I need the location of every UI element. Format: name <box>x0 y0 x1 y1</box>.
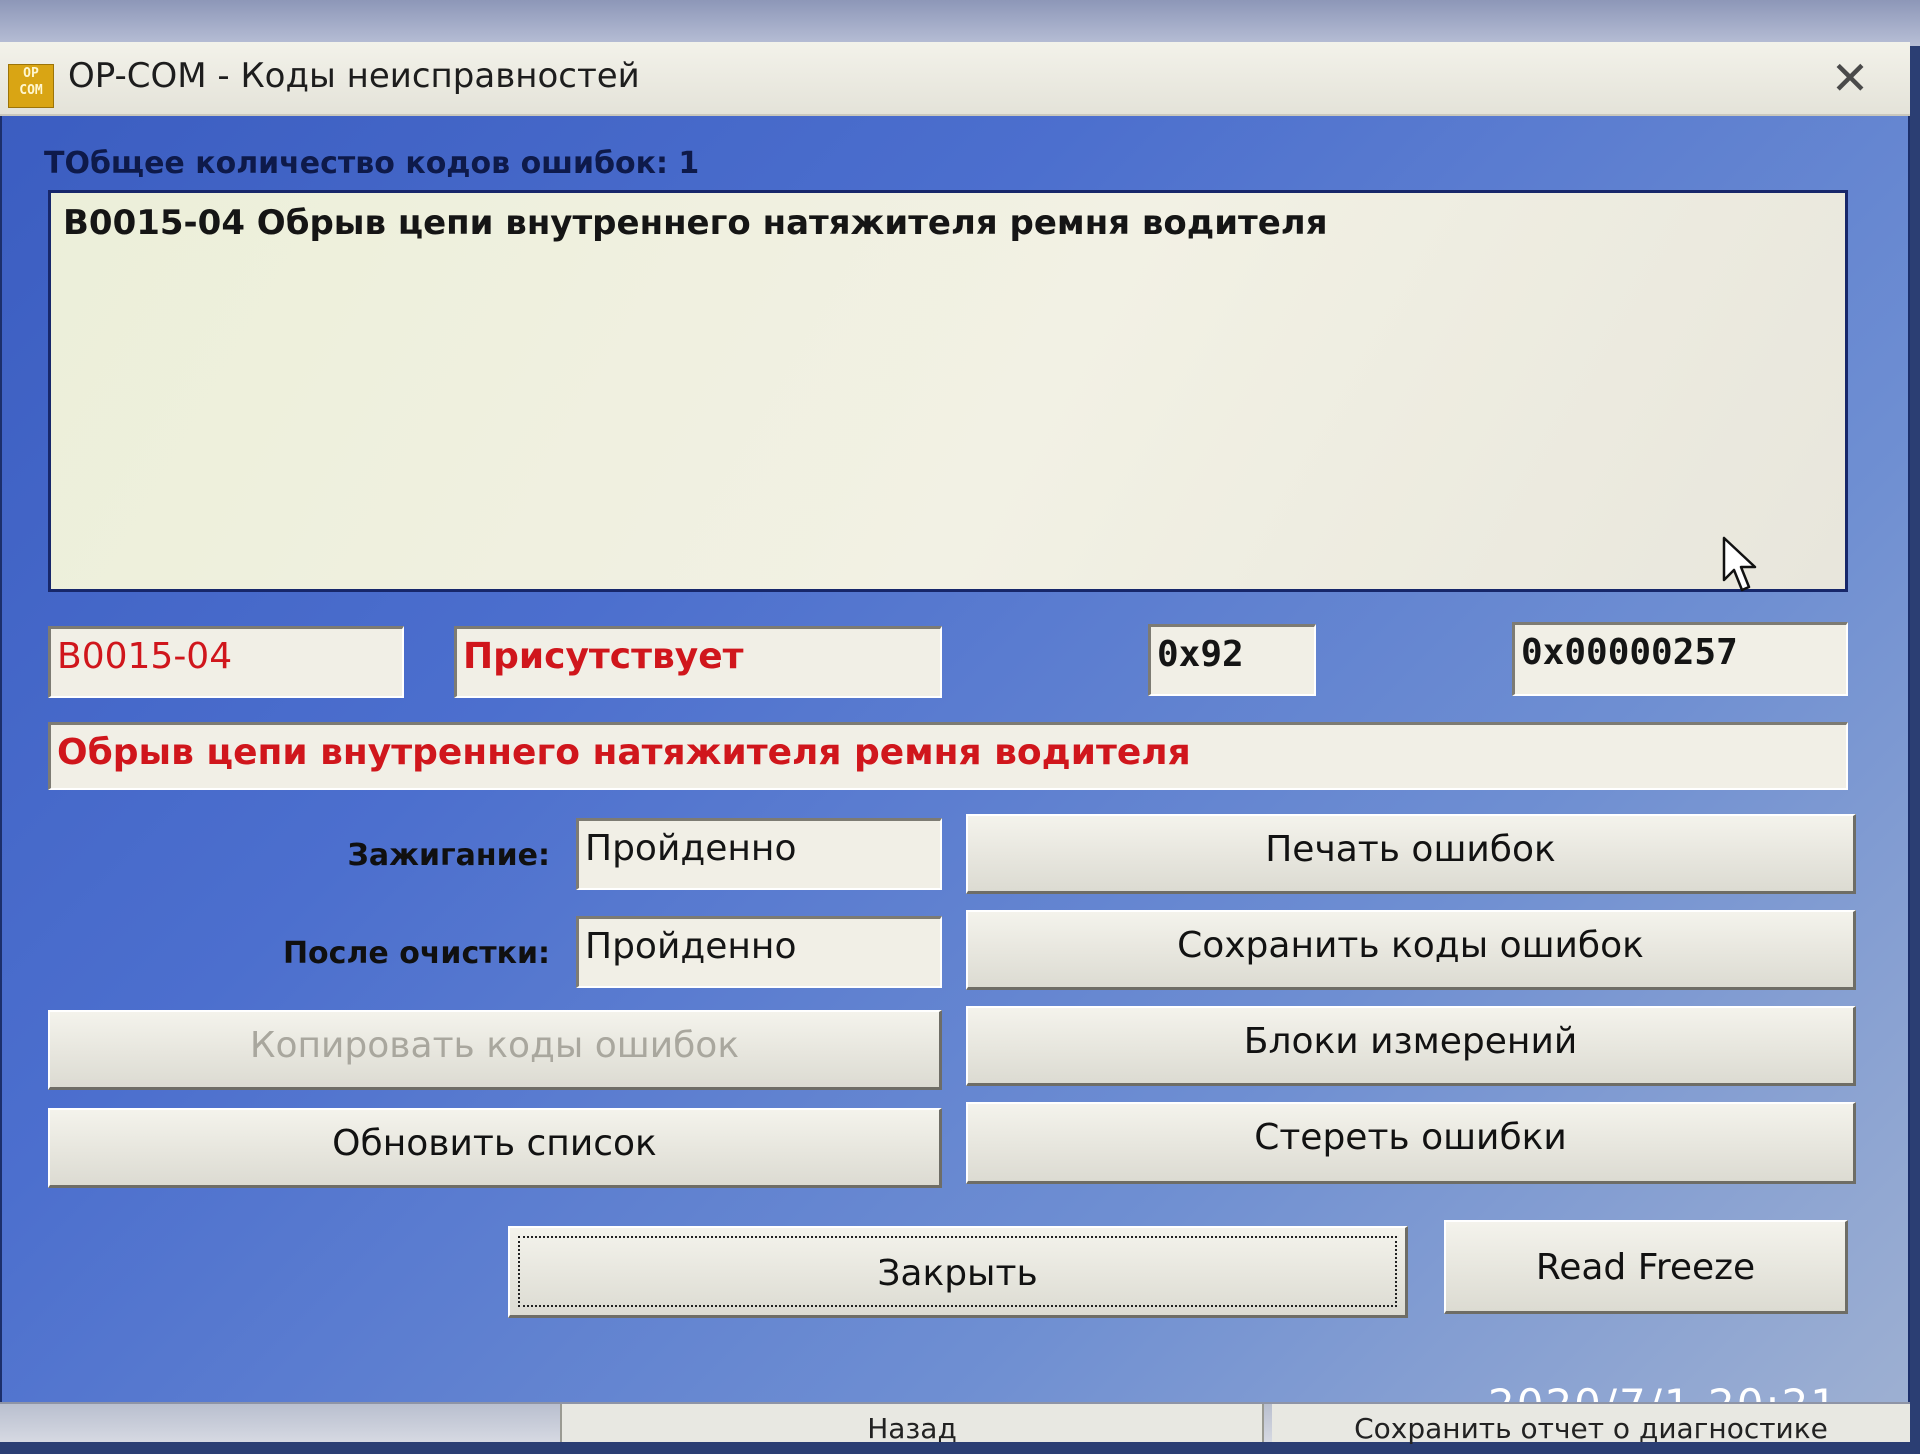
status-field: Присутствует <box>454 626 942 698</box>
ignition-value: Пройденно <box>576 818 942 890</box>
read-freeze-button[interactable]: Read Freeze <box>1444 1220 1848 1314</box>
background-window-strip <box>0 0 1920 46</box>
fault-code-list[interactable]: B0015-04 Обрыв цепи внутреннего натяжите… <box>48 190 1848 592</box>
opcom-app-icon: OP COM <box>8 64 54 108</box>
save-codes-button[interactable]: Сохранить коды ошибок <box>966 910 1856 990</box>
after-clear-label: После очистки: <box>282 936 550 971</box>
background-window-bottom: Назад Сохранить отчет о диагностике <box>0 1402 1910 1445</box>
hex-status-field: 0x92 <box>1148 624 1316 696</box>
description-field: Обрыв цепи внутреннего натяжителя ремня … <box>48 722 1848 790</box>
print-errors-button[interactable]: Печать ошибок <box>966 814 1856 894</box>
mouse-pointer-icon <box>1722 536 1757 592</box>
error-count-label: ТОбщее количество кодов ошибок: 1 <box>44 146 700 181</box>
after-clear-value: Пройденно <box>576 916 942 988</box>
hex-code-field: 0x00000257 <box>1512 622 1848 696</box>
list-item[interactable]: B0015-04 Обрыв цепи внутреннего натяжите… <box>63 203 1328 243</box>
code-field: B0015-04 <box>48 626 404 698</box>
ignition-label: Зажигание: <box>347 838 550 873</box>
fault-codes-window: OP COM OP-COM - Коды неисправностей ✕ ТО… <box>0 42 1910 1440</box>
window-title: OP-COM - Коды неисправностей <box>68 56 640 96</box>
erase-errors-button[interactable]: Стереть ошибки <box>966 1102 1856 1184</box>
close-button[interactable]: Закрыть <box>508 1226 1408 1318</box>
copy-codes-button[interactable]: Копировать коды ошибок <box>48 1010 942 1090</box>
save-report-button-behind[interactable]: Сохранить отчет о диагностике <box>1272 1404 1910 1445</box>
measurement-blocks-button[interactable]: Блоки измерений <box>966 1006 1856 1086</box>
refresh-list-button[interactable]: Обновить список <box>48 1108 942 1188</box>
focus-ring <box>518 1236 1397 1307</box>
back-button-behind[interactable]: Назад <box>560 1404 1264 1445</box>
title-bar: OP COM OP-COM - Коды неисправностей ✕ <box>0 42 1910 116</box>
close-icon[interactable]: ✕ <box>1824 52 1876 104</box>
